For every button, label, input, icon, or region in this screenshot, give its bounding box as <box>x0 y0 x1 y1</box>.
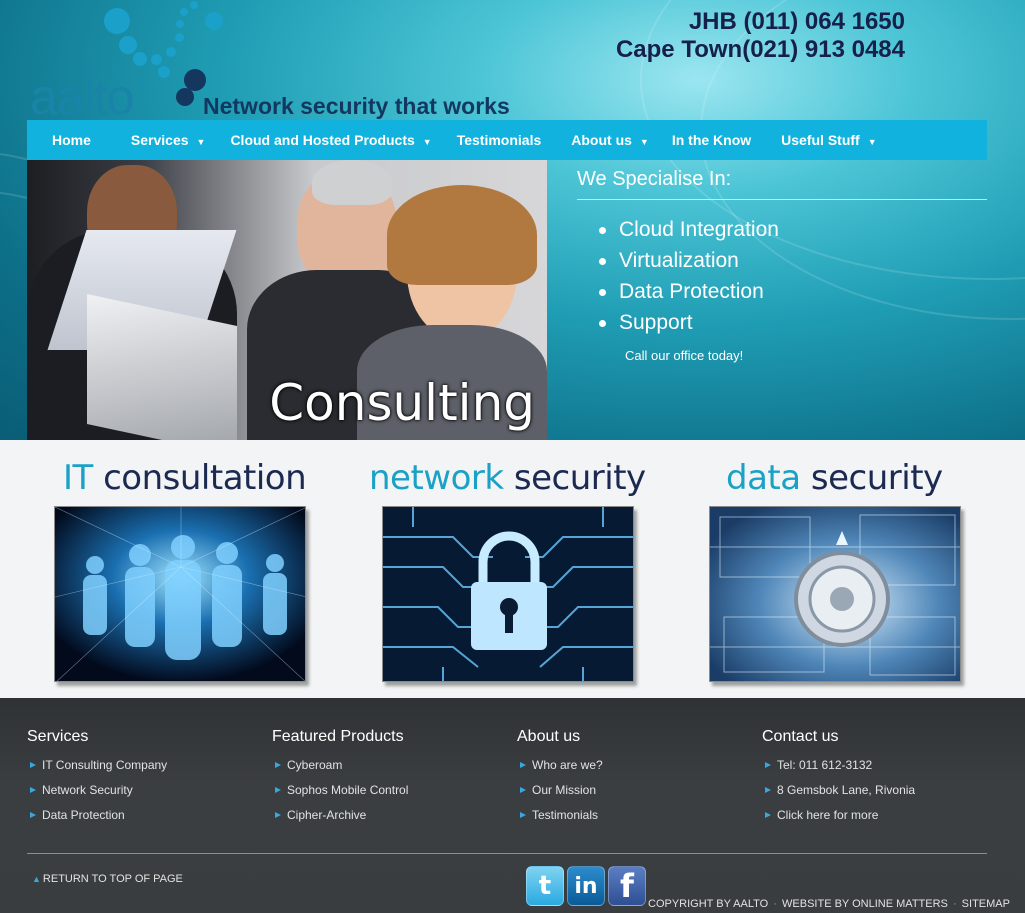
aalto-logo[interactable]: aalto <box>30 1 230 125</box>
footer-link[interactable]: Data Protection <box>27 803 257 828</box>
circuit-padlock-image[interactable] <box>382 506 634 682</box>
logo-wordmark: aalto <box>30 69 134 125</box>
footer-link[interactable]: Cipher-Archive <box>272 803 502 828</box>
footer-col-contact-us: Contact us Tel: 011 612-3132 8 Gemsbok L… <box>762 728 992 828</box>
list-item: Data Protection <box>599 276 987 307</box>
sitemap-link[interactable]: SITEMAP <box>962 898 1010 910</box>
feature-title: network security <box>369 458 646 498</box>
feature-title: IT consultation <box>63 458 307 498</box>
copyright-bar: COPYRIGHT BY AALTO · WEBSITE BY ONLINE M… <box>648 898 1010 910</box>
footer-link[interactable]: Sophos Mobile Control <box>272 778 502 803</box>
chevron-down-icon: ▼ <box>422 137 432 147</box>
nav-home[interactable]: Home <box>27 120 106 160</box>
phone-jhb: JHB (011) 064 1650 <box>688 8 905 35</box>
arrow-up-icon: ▲ <box>32 874 41 884</box>
footer-link[interactable]: Our Mission <box>517 778 747 803</box>
chevron-down-icon: ▼ <box>639 137 649 147</box>
main-nav: Home Services ▼ Cloud and Hosted Products… <box>27 120 987 160</box>
footer-link[interactable]: IT Consulting Company <box>27 753 257 778</box>
copyright-text: COPYRIGHT BY AALTO <box>648 898 769 910</box>
nav-cloud-hosted[interactable]: Cloud and Hosted Products ▼ <box>220 120 446 160</box>
footer-col-about-us: About us Who are we? Our Mission Testimo… <box>517 728 747 828</box>
call-to-action: Call our office today! <box>625 348 744 363</box>
footer-divider <box>27 853 987 854</box>
data-vault-image[interactable] <box>709 506 961 682</box>
nav-useful-stuff[interactable]: Useful Stuff ▼ <box>766 120 891 160</box>
footer: Services IT Consulting Company Network S… <box>0 698 1025 913</box>
specialise-panel: We Specialise In: Cloud Integration Virt… <box>577 168 987 363</box>
footer-col-title: Services <box>27 728 89 745</box>
list-item: Cloud Integration <box>599 214 987 245</box>
phone-cape-town: Cape Town(021) 913 0484 <box>615 36 905 63</box>
nav-services[interactable]: Services ▼ <box>106 120 221 160</box>
footer-col-title: About us <box>517 728 581 745</box>
facebook-icon[interactable]: f <box>608 866 646 906</box>
footer-link[interactable]: Who are we? <box>517 753 747 778</box>
feature-it-consultation[interactable]: IT consultation <box>54 458 363 682</box>
footer-link[interactable]: Testimonials <box>517 803 747 828</box>
footer-col-services: Services IT Consulting Company Network S… <box>27 728 257 828</box>
specialise-heading: We Specialise In: <box>577 168 987 200</box>
footer-col-title: Contact us <box>762 728 839 745</box>
feature-title: data security <box>726 458 943 498</box>
feature-data-security[interactable]: data security <box>709 458 1025 682</box>
chevron-down-icon: ▼ <box>196 137 206 147</box>
digital-people-image[interactable] <box>54 506 306 682</box>
footer-link[interactable]: Network Security <box>27 778 257 803</box>
footer-col-title: Featured Products <box>272 728 404 745</box>
return-to-top-link[interactable]: ▲ RETURN TO TOP OF PAGE <box>32 873 183 885</box>
footer-link[interactable]: Cyberoam <box>272 753 502 778</box>
footer-link[interactable]: Click here for more <box>762 803 992 828</box>
twitter-icon[interactable]: t <box>526 866 564 906</box>
feature-section: IT consultation network security data se… <box>0 440 1025 698</box>
nav-testimonials[interactable]: Testimonials <box>447 120 557 160</box>
list-item: Virtualization <box>599 245 987 276</box>
nav-about-us[interactable]: About us ▼ <box>556 120 664 160</box>
hero-consulting-image: Consulting <box>27 160 547 440</box>
nav-in-the-know[interactable]: In the Know <box>664 120 766 160</box>
tagline: Network security that works <box>203 93 510 119</box>
footer-link[interactable]: Tel: 011 612-3132 <box>762 753 992 778</box>
website-by-link[interactable]: WEBSITE BY ONLINE MATTERS <box>782 898 948 910</box>
footer-link[interactable]: 8 Gemsbok Lane, Rivonia <box>762 778 992 803</box>
linkedin-icon[interactable]: in <box>567 866 605 906</box>
phone-numbers: JHB (011) 064 1650 Cape Town(021) 913 04… <box>616 8 905 64</box>
specialise-list: Cloud Integration Virtualization Data Pr… <box>577 214 987 338</box>
hero-caption: Consulting <box>269 374 535 432</box>
footer-col-featured-products: Featured Products Cyberoam Sophos Mobile… <box>272 728 502 828</box>
feature-network-security[interactable]: network security <box>369 458 669 682</box>
social-links: t in f <box>526 866 646 906</box>
chevron-down-icon: ▼ <box>867 137 877 147</box>
list-item: Support <box>599 307 987 338</box>
